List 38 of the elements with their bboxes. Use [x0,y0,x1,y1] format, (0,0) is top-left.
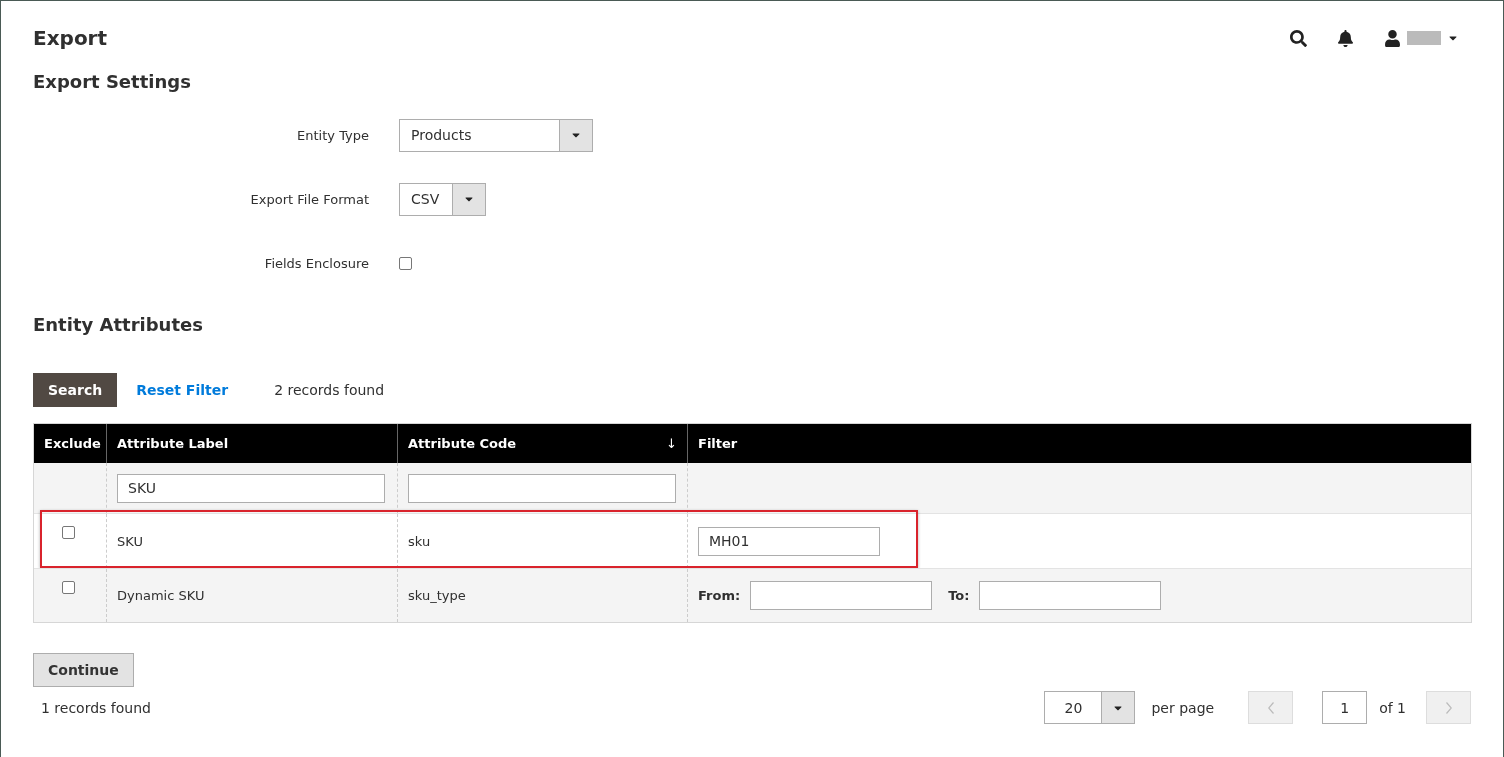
table-cell: Dynamic SKU [117,588,205,603]
filter-input[interactable]: MH01 [698,526,880,556]
redacted-username [1407,31,1441,45]
section-title: Entity Attributes [33,314,204,335]
table-cell: SKU [117,533,143,549]
records-count: 1 records found [41,699,151,716]
reset-filter-link[interactable]: Reset Filter [136,382,229,398]
bell-icon[interactable] [1337,29,1354,47]
chevron-left-icon [1267,701,1274,714]
field-label: Entity Type [296,127,369,143]
per-page-select[interactable]: 20 [1044,691,1136,724]
filter-input[interactable] [408,473,676,503]
records-count: 2 records found [274,382,385,398]
continue-button[interactable]: Continue [33,653,134,687]
page-title: Export [33,26,108,50]
user-icon[interactable] [1384,29,1401,47]
select-field[interactable]: CSV [399,182,486,216]
from-input[interactable] [750,581,933,610]
table-cell: sku [408,533,431,549]
checkbox[interactable] [399,256,412,270]
table-cell: sku_type [408,588,466,603]
per-page-label: per page [1151,699,1215,716]
sort-arrow: ↓ [666,436,677,451]
field-label: Fields Enclosure [263,255,369,271]
search-icon[interactable] [1290,29,1307,47]
exclude-checkbox[interactable] [62,581,75,594]
to-label: To: [948,588,970,603]
search-button[interactable]: Search [33,373,118,407]
exclude-checkbox[interactable] [62,526,75,539]
to-input[interactable] [979,581,1162,610]
section-title: Export Settings [33,71,192,92]
field-label: Export File Format [249,191,369,207]
filter-input[interactable]: SKU [117,473,385,503]
page-count: of 1 [1379,699,1406,716]
chevron-right-icon [1445,701,1452,714]
select-field[interactable]: Products [399,118,593,152]
from-label: From: [698,588,741,603]
page-input[interactable]: 1 [1322,691,1368,724]
